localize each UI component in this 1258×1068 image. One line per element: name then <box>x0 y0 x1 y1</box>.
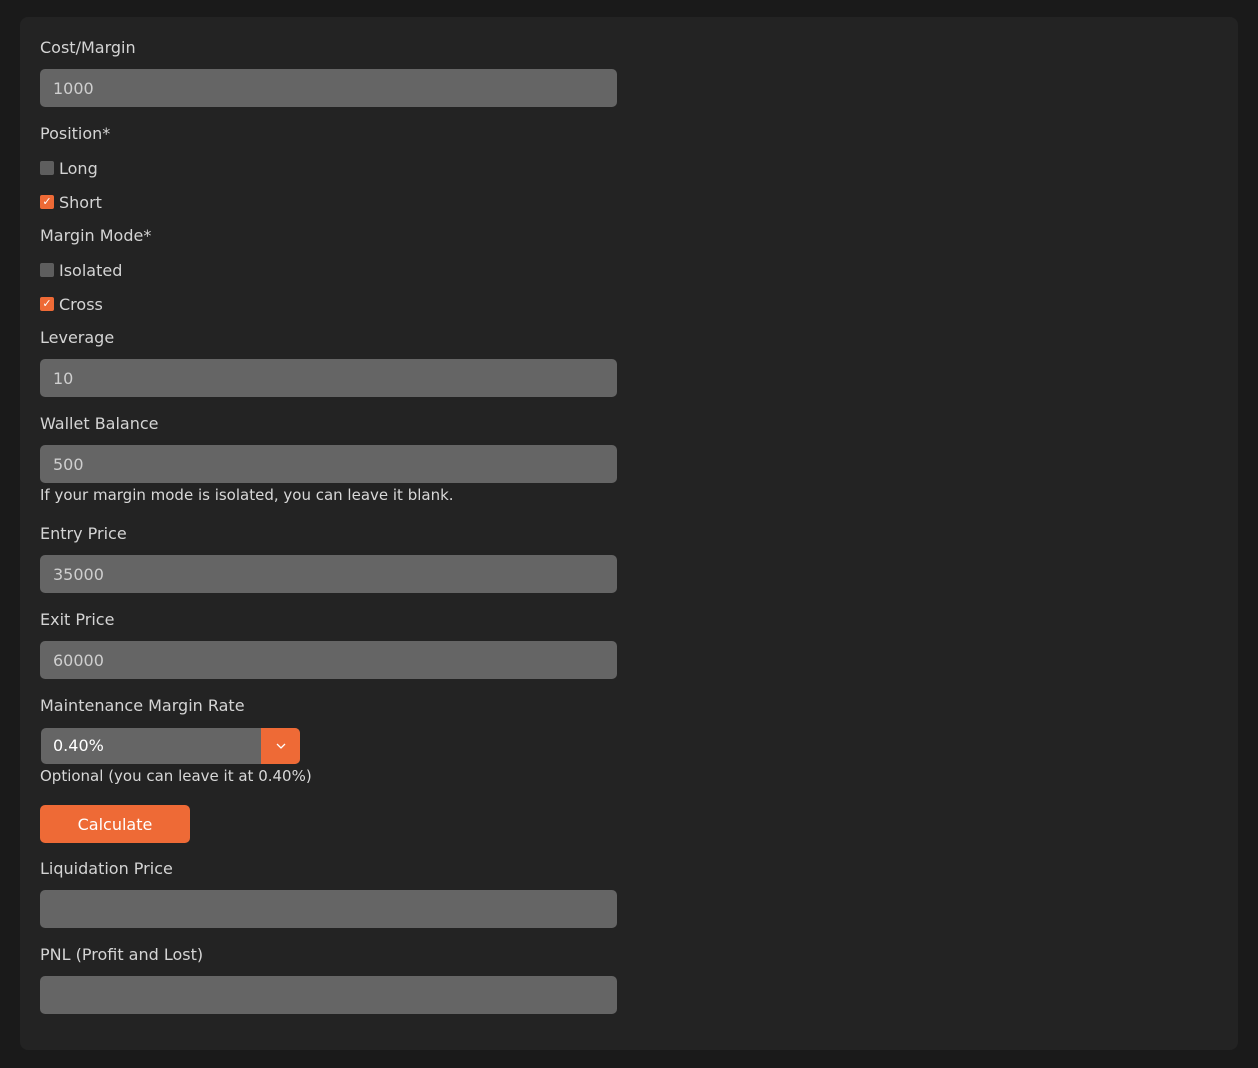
isolated-checkbox[interactable] <box>40 263 54 277</box>
maintenance-margin-rate-value: 0.40% <box>53 736 104 755</box>
cross-checkbox[interactable]: ✓ <box>40 297 54 311</box>
maintenance-margin-rate-hint: Optional (you can leave it at 0.40%) <box>40 767 312 785</box>
exit-price-label: Exit Price <box>40 610 115 629</box>
margin-mode-cross-option[interactable]: ✓ Cross <box>40 294 103 314</box>
cost-margin-input[interactable] <box>40 69 617 107</box>
short-checkbox[interactable]: ✓ <box>40 195 54 209</box>
long-checkbox-label: Long <box>59 158 98 178</box>
pnl-output[interactable] <box>40 976 617 1014</box>
entry-price-input[interactable] <box>40 555 617 593</box>
calculator-panel: Cost/Margin Position* Long ✓ Short Margi… <box>20 17 1238 1050</box>
maintenance-margin-rate-select[interactable]: 0.40% <box>41 728 300 764</box>
pnl-label: PNL (Profit and Lost) <box>40 945 204 964</box>
cost-margin-label: Cost/Margin <box>40 38 136 57</box>
position-long-option[interactable]: Long <box>40 158 98 178</box>
calculate-button[interactable]: Calculate <box>40 805 190 843</box>
chevron-down-icon[interactable] <box>261 728 300 764</box>
wallet-balance-label: Wallet Balance <box>40 414 159 433</box>
liquidation-price-label: Liquidation Price <box>40 859 173 878</box>
checkmark-icon: ✓ <box>42 297 52 310</box>
wallet-balance-hint: If your margin mode is isolated, you can… <box>40 486 454 504</box>
wallet-balance-input[interactable] <box>40 445 617 483</box>
exit-price-input[interactable] <box>40 641 617 679</box>
cross-checkbox-label: Cross <box>59 294 103 314</box>
margin-mode-isolated-option[interactable]: Isolated <box>40 260 122 280</box>
checkmark-icon: ✓ <box>42 195 52 208</box>
liquidation-price-output[interactable] <box>40 890 617 928</box>
position-short-option[interactable]: ✓ Short <box>40 192 102 212</box>
position-label: Position* <box>40 124 111 143</box>
maintenance-margin-rate-label: Maintenance Margin Rate <box>40 696 245 715</box>
margin-mode-label: Margin Mode* <box>40 226 152 245</box>
leverage-label: Leverage <box>40 328 115 347</box>
isolated-checkbox-label: Isolated <box>59 260 123 280</box>
leverage-input[interactable] <box>40 359 617 397</box>
entry-price-label: Entry Price <box>40 524 127 543</box>
short-checkbox-label: Short <box>59 192 102 212</box>
long-checkbox[interactable] <box>40 161 54 175</box>
